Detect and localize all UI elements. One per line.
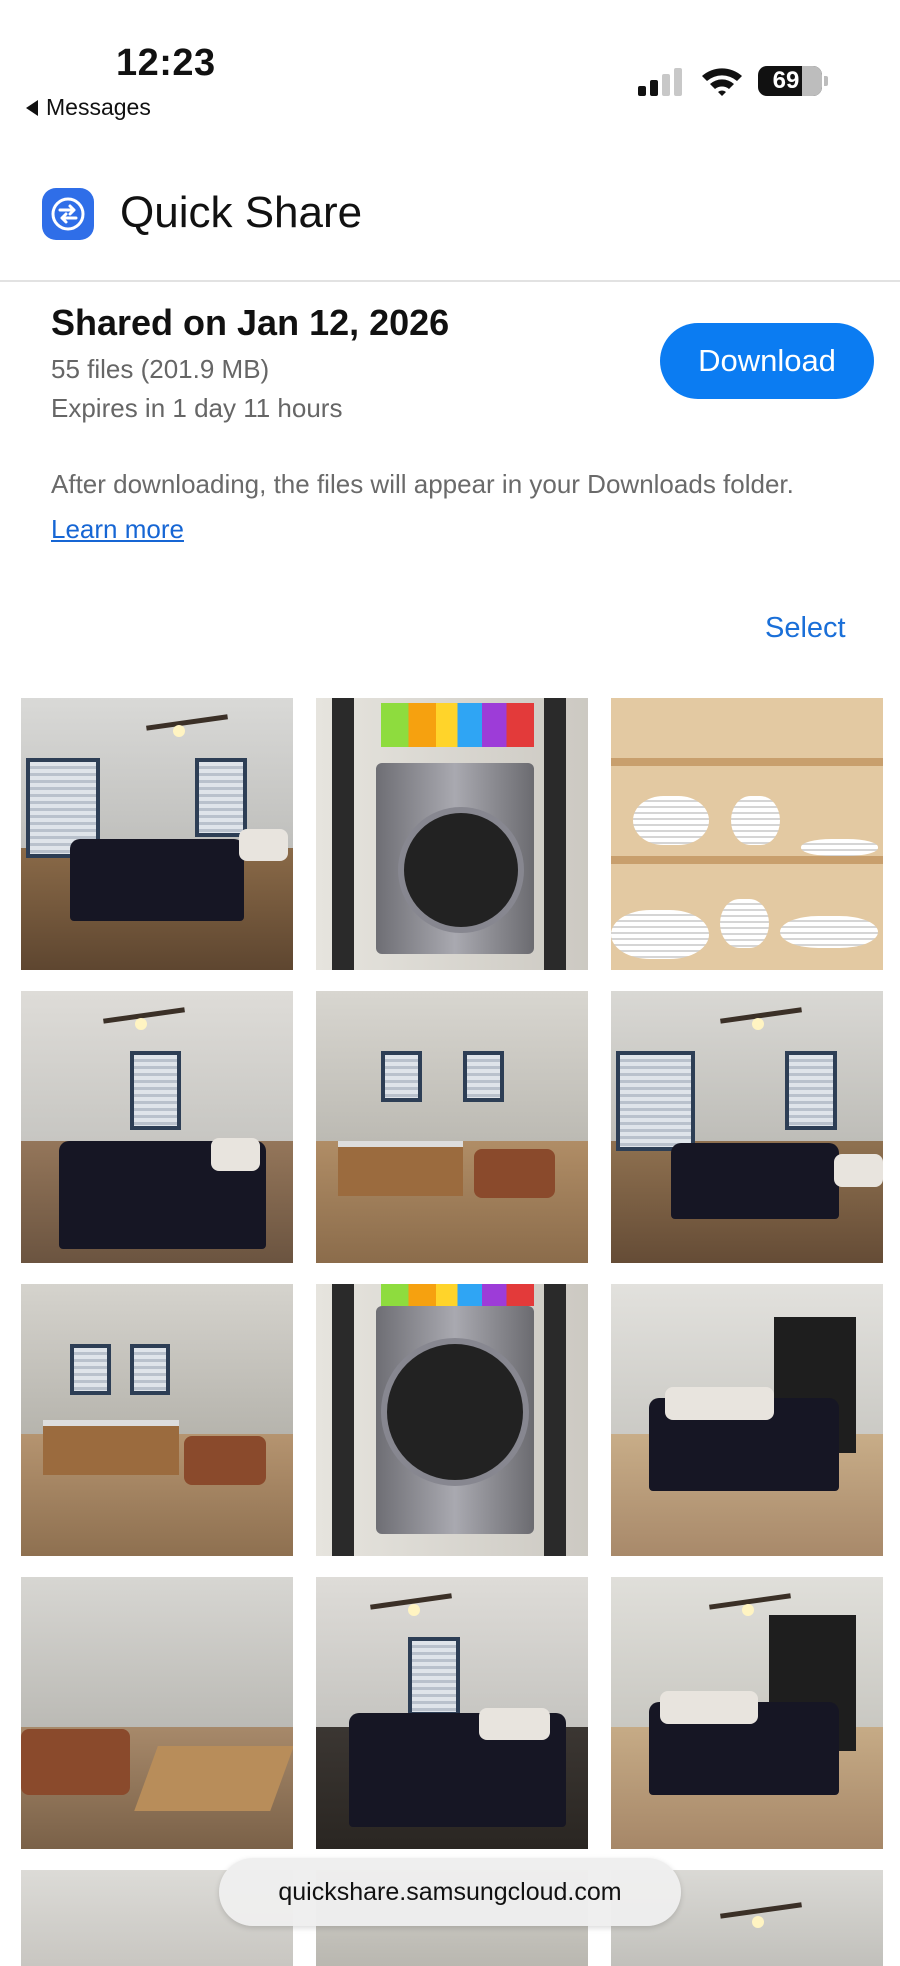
battery-level: 69: [772, 67, 800, 94]
status-time: 12:23: [116, 42, 216, 84]
photo-thumbnail[interactable]: [611, 698, 883, 970]
select-button[interactable]: Select: [765, 612, 846, 645]
photo-thumbnail[interactable]: [21, 1284, 293, 1556]
photo-thumbnail[interactable]: [611, 1284, 883, 1556]
photo-thumbnail[interactable]: [611, 1577, 883, 1849]
wifi-icon: [702, 68, 742, 96]
photo-thumbnail[interactable]: [316, 991, 588, 1263]
cellular-signal-icon: [638, 68, 682, 96]
photo-thumbnail[interactable]: [316, 1284, 588, 1556]
back-to-messages[interactable]: Messages: [26, 94, 151, 121]
photo-grid: [21, 698, 883, 1966]
download-button[interactable]: Download: [660, 323, 874, 399]
app-header: Quick Share: [0, 168, 900, 282]
shared-date-title: Shared on Jan 12, 2026: [51, 302, 450, 343]
back-label: Messages: [46, 94, 151, 120]
battery-cap: [824, 76, 828, 86]
photo-thumbnail[interactable]: [611, 991, 883, 1263]
quick-share-icon: [42, 188, 94, 240]
url-bar[interactable]: quickshare.samsungcloud.com: [219, 1858, 681, 1926]
files-count: 55 files (201.9 MB): [51, 354, 270, 384]
photo-thumbnail[interactable]: [316, 1577, 588, 1849]
learn-more-link[interactable]: Learn more: [51, 514, 184, 544]
expiry-text: Expires in 1 day 11 hours: [51, 393, 343, 423]
photo-thumbnail[interactable]: [21, 698, 293, 970]
photo-thumbnail[interactable]: [21, 991, 293, 1263]
photo-thumbnail[interactable]: [21, 1577, 293, 1849]
battery-icon: 69: [758, 66, 822, 96]
download-note: After downloading, the files will appear…: [51, 462, 811, 552]
page-title: Quick Share: [120, 188, 363, 237]
photo-thumbnail[interactable]: [316, 698, 588, 970]
note-text: After downloading, the files will appear…: [51, 469, 794, 499]
back-arrow-icon: [26, 99, 38, 116]
